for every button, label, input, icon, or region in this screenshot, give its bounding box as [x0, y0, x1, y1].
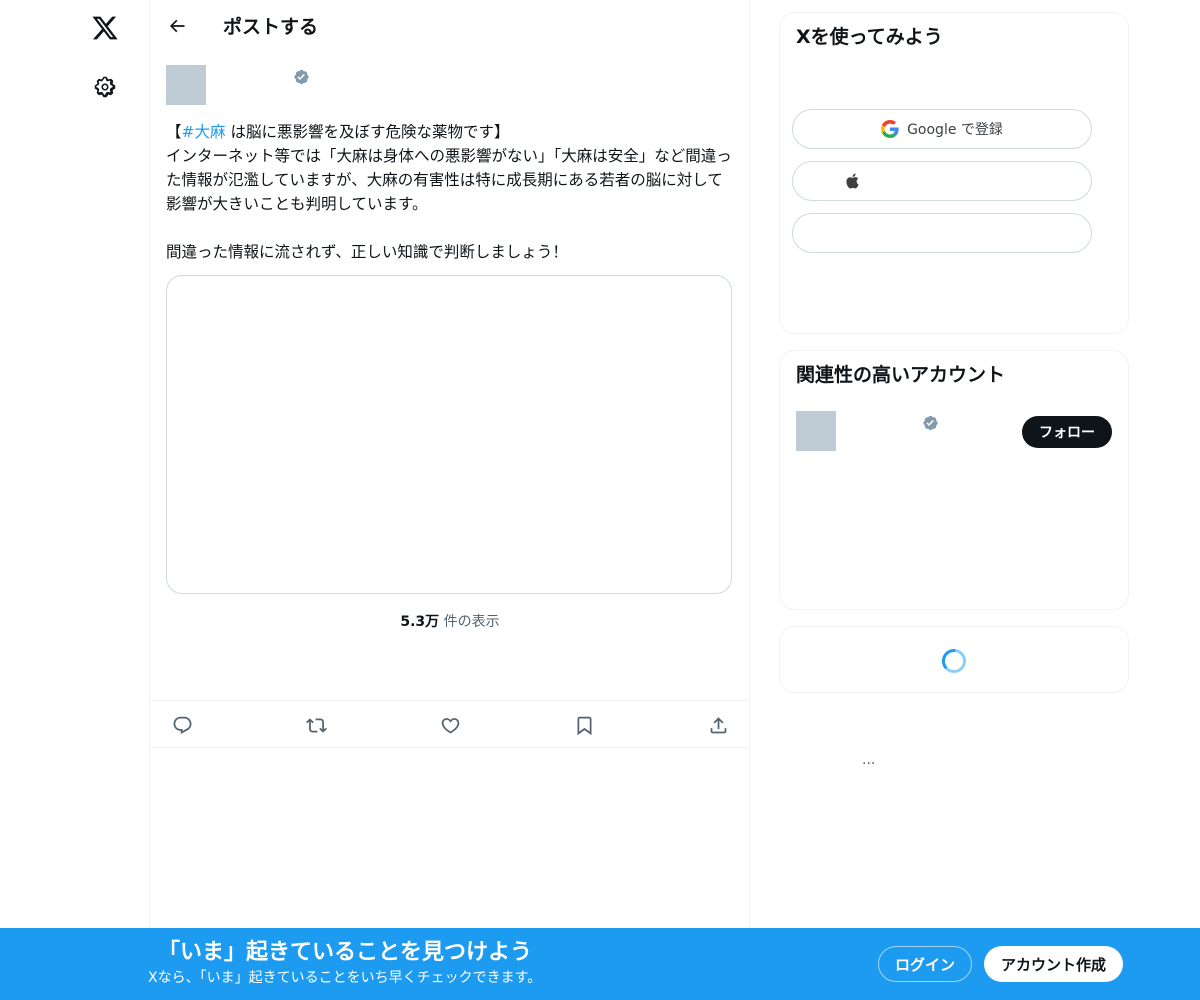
bookmark-button[interactable] [572, 713, 596, 737]
more-dots[interactable]: ... [862, 752, 875, 768]
view-count: 5.3万 件の表示 [150, 611, 750, 631]
header: ポストする [150, 0, 749, 53]
google-signup-button[interactable]: Google で登録 [792, 109, 1092, 149]
like-button[interactable] [438, 713, 462, 737]
loading-spinner-icon [942, 648, 966, 673]
apple-signup-button[interactable] [792, 161, 1092, 201]
follow-button[interactable]: フォロー [1022, 416, 1112, 448]
repost-icon [305, 717, 327, 733]
left-nav [0, 0, 150, 1000]
x-logo-icon[interactable] [80, 3, 130, 53]
arrow-left-icon [169, 19, 185, 33]
bookmark-icon [577, 716, 591, 735]
banner-title: 「いま」起きていることを見つけよう [158, 940, 533, 965]
media-card[interactable] [166, 275, 732, 594]
gear-icon[interactable] [80, 62, 130, 112]
share-button[interactable] [706, 713, 730, 737]
loading-card [779, 626, 1129, 693]
back-button[interactable] [160, 9, 194, 43]
post-text-bracket: 【 [166, 123, 182, 141]
signup-card: Xを使ってみよう Google で登録 [779, 12, 1129, 334]
related-accounts-card: 関連性の高いアカウント フォロー [779, 350, 1129, 610]
action-bar [150, 700, 750, 748]
post-text-first-line: は脳に悪影響を及ぼす危険な薬物です】 [225, 123, 510, 141]
post-text-body: インターネット等では「大麻は身体への悪影響がない」「大麻は安全」など間違った情報… [166, 147, 732, 261]
page: ポストする 【#大麻 は脳に悪影響を及ぼす危険な薬物です】 インターネット等では… [0, 0, 1200, 1000]
login-button[interactable]: ログイン [878, 946, 972, 982]
google-signup-label: Google で登録 [907, 122, 1003, 138]
view-count-number: 5.3万 [400, 614, 440, 630]
verified-badge-icon [292, 68, 310, 86]
view-count-label: 件の表示 [439, 614, 500, 630]
bottom-banner: 「いま」起きていることを見つけよう Xなら、「いま」起きていることをいち早くチェ… [0, 928, 1200, 1000]
verified-badge-icon [921, 414, 939, 432]
share-icon [710, 716, 726, 733]
avatar[interactable] [796, 411, 836, 451]
create-account-button[interactable] [792, 213, 1092, 253]
signup-button[interactable]: アカウント作成 [984, 946, 1123, 982]
repost-button[interactable] [304, 713, 328, 737]
signup-card-title: Xを使ってみよう [796, 26, 943, 48]
reply-button[interactable] [170, 713, 194, 737]
main-column: ポストする 【#大麻 は脳に悪影響を及ぼす危険な薬物です】 インターネット等では… [149, 0, 750, 1000]
google-icon [881, 120, 899, 138]
apple-icon [846, 173, 859, 189]
hashtag-link[interactable]: #大麻 [182, 123, 226, 141]
post-text: 【#大麻 は脳に悪影響を及ぼす危険な薬物です】 インターネット等では「大麻は身体… [166, 120, 736, 264]
banner-subtitle: Xなら、「いま」起きていることをいち早くチェックできます。 [148, 970, 542, 986]
reply-icon [173, 716, 191, 734]
post-author [166, 65, 466, 105]
heart-icon [441, 717, 459, 734]
related-accounts-title: 関連性の高いアカウント [796, 364, 1006, 386]
page-title: ポストする [223, 16, 319, 38]
avatar[interactable] [166, 65, 206, 105]
